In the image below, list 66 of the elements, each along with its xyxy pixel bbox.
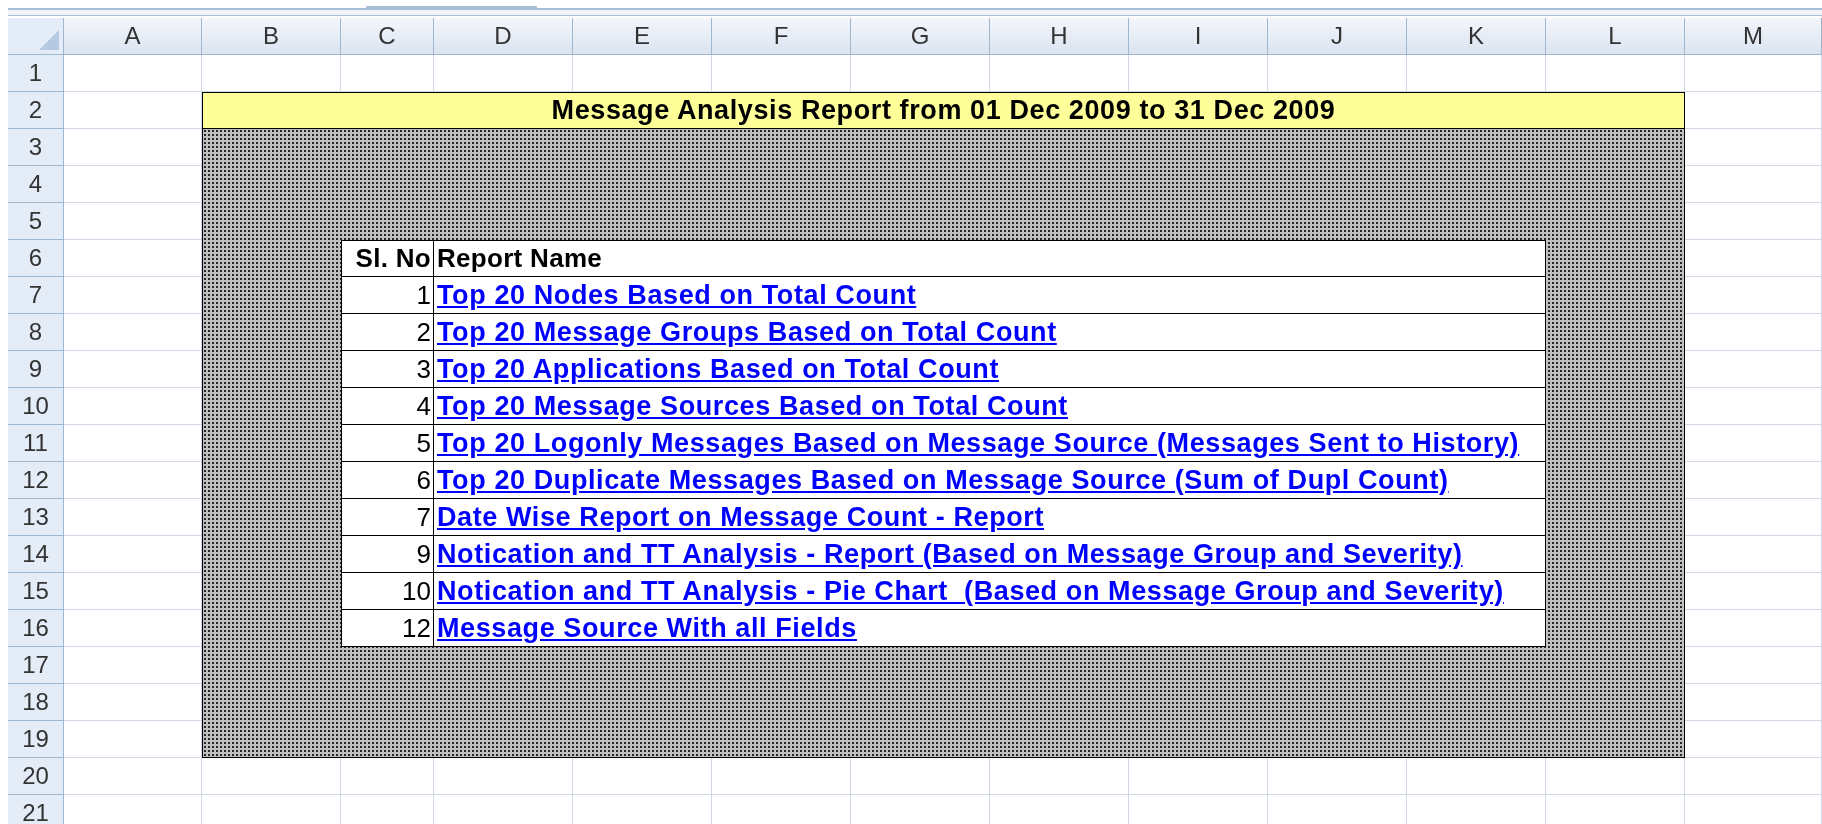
column-header[interactable]: C [341,18,434,55]
row-header[interactable]: 5 [8,203,64,240]
serial-number: 12 [341,610,434,647]
row-header[interactable]: 3 [8,129,64,166]
row-header[interactable]: 16 [8,610,64,647]
triangle-icon [39,30,59,50]
column-header[interactable]: J [1268,18,1407,55]
empty-cell[interactable] [1685,684,1822,721]
serial-number: 7 [341,499,434,536]
row-header[interactable]: 8 [8,314,64,351]
row-header[interactable]: 13 [8,499,64,536]
column-header[interactable]: I [1129,18,1268,55]
empty-cell[interactable] [1685,721,1822,758]
empty-cell[interactable] [1685,240,1822,277]
column-header[interactable]: F [712,18,851,55]
row-header[interactable]: 19 [8,721,64,758]
row-header[interactable]: 12 [8,462,64,499]
serial-number: 4 [341,388,434,425]
serial-number: 6 [341,462,434,499]
row-header[interactable]: 11 [8,425,64,462]
report-title: Message Analysis Report from 01 Dec 2009 to 31 Dec 2009 [202,92,1685,129]
serial-number: 10 [341,573,434,610]
row-header[interactable]: 18 [8,684,64,721]
column-header[interactable]: E [573,18,712,55]
empty-cell[interactable] [1685,462,1822,499]
empty-cell[interactable] [1685,610,1822,647]
empty-cell[interactable] [1685,129,1822,166]
row-header[interactable]: 14 [8,536,64,573]
row-header[interactable]: 20 [8,758,64,795]
column-header[interactable]: L [1546,18,1685,55]
empty-cell[interactable] [1685,425,1822,462]
column-header[interactable]: M [1685,18,1822,55]
empty-cell[interactable] [1685,203,1822,240]
column-header[interactable]: H [990,18,1129,55]
column-header[interactable]: K [1407,18,1546,55]
row-header[interactable]: 10 [8,388,64,425]
row-header[interactable]: 21 [8,795,64,824]
serial-number: 2 [341,314,434,351]
row-header[interactable]: 2 [8,92,64,129]
column-header[interactable]: B [202,18,341,55]
empty-cell[interactable] [1685,536,1822,573]
empty-cell[interactable] [1685,388,1822,425]
serial-number: 5 [341,425,434,462]
column-header[interactable]: D [434,18,573,55]
empty-cell[interactable] [1685,647,1822,684]
empty-cell[interactable] [1685,351,1822,388]
empty-cell[interactable] [1685,314,1822,351]
row-header[interactable]: 15 [8,573,64,610]
row-header[interactable]: 1 [8,55,64,92]
column-header[interactable]: G [851,18,990,55]
column-heading: Report Name [434,240,1546,277]
row-header[interactable]: 6 [8,240,64,277]
row-header[interactable]: 17 [8,647,64,684]
column-header[interactable]: A [64,18,202,55]
row-header[interactable]: 4 [8,166,64,203]
empty-cell[interactable] [1685,166,1822,203]
select-all-corner[interactable] [8,18,64,55]
serial-number: 9 [341,536,434,573]
row-header[interactable]: 9 [8,351,64,388]
serial-number: 3 [341,351,434,388]
empty-cell[interactable] [1685,499,1822,536]
column-heading: Sl. No [341,240,434,277]
empty-cell[interactable] [1685,277,1822,314]
serial-number: 1 [341,277,434,314]
row-header[interactable]: 7 [8,277,64,314]
empty-cell[interactable] [1685,573,1822,610]
